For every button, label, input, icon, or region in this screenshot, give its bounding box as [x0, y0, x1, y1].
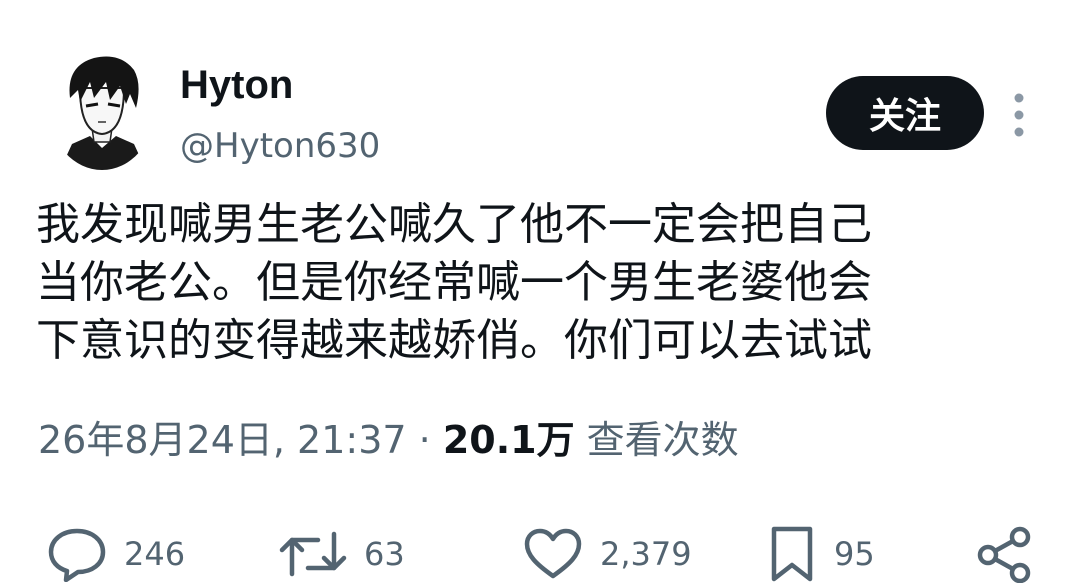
tweet-timestamp[interactable]: 26年8月24日, 21:37 — [38, 418, 407, 462]
views-count[interactable]: 20.1万 — [443, 418, 575, 462]
bookmark-icon — [771, 526, 813, 582]
anime-boy-avatar-icon — [50, 52, 154, 170]
reply-count: 246 — [124, 535, 186, 573]
tweet-text-line: 我发现喊男生老公喊久了他不一定会把自己 — [36, 199, 872, 250]
like-button[interactable]: 2,379 — [522, 524, 692, 584]
like-count: 2,379 — [600, 535, 692, 573]
tweet-text-line: 下意识的变得越来越娇俏。你们可以去试试 — [36, 315, 872, 366]
views-label: 查看次数 — [574, 418, 739, 462]
reply-button[interactable]: 246 — [46, 524, 185, 584]
author-display-name[interactable]: Hyton — [180, 60, 293, 110]
follow-button[interactable]: 关注 — [826, 76, 984, 150]
tweet-detail: Hyton @Hyton630 关注 我发现喊男生老公喊久了他不一定会把自己 当… — [0, 0, 1080, 584]
tweet-meta: 26年8月24日, 21:37 · 20.1万 查看次数 — [38, 414, 739, 466]
tweet-text: 我发现喊男生老公喊久了他不一定会把自己 当你老公。但是你经常喊一个男生老婆他会 … — [36, 196, 1036, 370]
tweet-text-line: 当你老公。但是你经常喊一个男生老婆他会 — [36, 257, 872, 308]
bookmark-button[interactable]: 95 — [766, 524, 875, 584]
avatar[interactable] — [50, 52, 154, 170]
retweet-icon — [279, 531, 347, 577]
share-button[interactable] — [974, 524, 1034, 584]
bookmark-count: 95 — [834, 535, 875, 573]
retweet-count: 63 — [364, 535, 405, 573]
vertical-ellipsis-icon[interactable] — [1004, 90, 1034, 140]
share-icon — [977, 526, 1031, 583]
heart-icon — [524, 528, 582, 579]
action-bar: 246 63 2,379 95 — [0, 520, 1080, 584]
author-handle[interactable]: @Hyton630 — [180, 124, 380, 168]
meta-separator: · — [406, 418, 443, 462]
retweet-button[interactable]: 63 — [278, 524, 405, 584]
reply-icon — [48, 528, 106, 582]
